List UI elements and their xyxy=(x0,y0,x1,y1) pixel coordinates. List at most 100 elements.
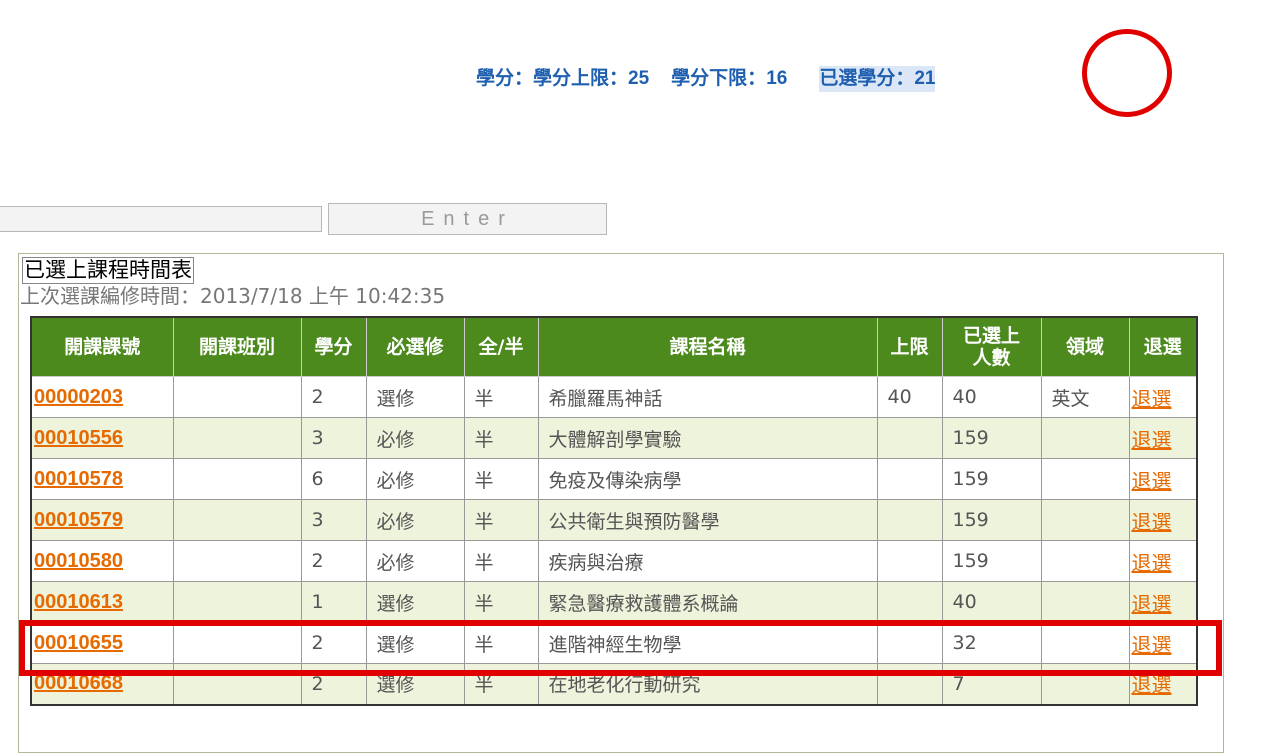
cell-type: 選修 xyxy=(365,376,465,418)
cell-name: 進階神經生物學 xyxy=(537,622,878,664)
cell-current: 7 xyxy=(941,663,1042,705)
cell-half: 半 xyxy=(463,622,539,664)
course-code-link[interactable]: 00010556 xyxy=(34,427,123,449)
header-credits: 學分 xyxy=(300,316,367,377)
table-row: 00010613 1 選修半緊急醫療救護體系概論 40 退選 xyxy=(30,581,1198,623)
cell-drop: 退選 xyxy=(1128,540,1198,582)
cell-limit xyxy=(876,458,943,500)
cell-limit xyxy=(876,417,943,459)
credits-lower-label: 學分下限： xyxy=(671,68,767,89)
header-domain: 領域 xyxy=(1040,316,1130,377)
cell-credits: 1 xyxy=(300,581,367,623)
course-code-link[interactable]: 00010613 xyxy=(34,591,123,613)
cell-name: 在地老化行動研究 xyxy=(537,663,878,705)
cell-current: 40 xyxy=(941,376,1042,418)
cell-credits: 2 xyxy=(300,376,367,418)
cell-drop: 退選 xyxy=(1128,458,1198,500)
cell-class xyxy=(172,581,302,623)
cell-class xyxy=(172,499,302,541)
cell-half: 半 xyxy=(463,417,539,459)
table-row: 00010668 2 選修半在地老化行動研究 7 退選 xyxy=(30,663,1198,705)
cell-type: 選修 xyxy=(365,622,465,664)
cell-class xyxy=(172,458,302,500)
table-row: 00010580 2 必修半疾病與治療 159 退選 xyxy=(30,540,1198,582)
cell-drop: 退選 xyxy=(1128,581,1198,623)
cell-limit xyxy=(876,540,943,582)
header-current-line1: 已選上 xyxy=(962,325,1020,347)
header-drop: 退選 xyxy=(1128,316,1198,377)
cell-type: 必修 xyxy=(365,540,465,582)
course-code-link[interactable]: 00000203 xyxy=(34,386,123,408)
cell-class xyxy=(172,417,302,459)
course-code-link[interactable]: 00010655 xyxy=(34,632,123,654)
cell-half: 半 xyxy=(463,540,539,582)
enter-button[interactable]: Enter xyxy=(328,203,607,235)
course-code-link[interactable]: 00010578 xyxy=(34,468,123,490)
course-code-link[interactable]: 00010579 xyxy=(34,509,123,531)
drop-course-link[interactable]: 退選 xyxy=(1132,551,1172,575)
header-type: 必選修 xyxy=(365,316,465,377)
cell-drop: 退選 xyxy=(1128,499,1198,541)
cell-name: 大體解剖學實驗 xyxy=(537,417,878,459)
drop-course-link[interactable]: 退選 xyxy=(1132,633,1172,657)
drop-course-link[interactable]: 退選 xyxy=(1132,592,1172,616)
last-edit-time: 上次選課編修時間：2013/7/18 上午 10:42:35 xyxy=(20,284,446,308)
cell-domain xyxy=(1040,458,1130,500)
cell-current: 159 xyxy=(941,417,1042,459)
cell-code: 00000203 xyxy=(30,376,174,418)
drop-course-link[interactable]: 退選 xyxy=(1132,510,1172,534)
course-code-link[interactable]: 00010580 xyxy=(34,550,123,572)
course-code-input[interactable] xyxy=(0,206,322,232)
cell-domain xyxy=(1040,622,1130,664)
header-current-line2: 人數 xyxy=(972,347,1011,369)
cell-domain xyxy=(1040,540,1130,582)
cell-code: 00010580 xyxy=(30,540,174,582)
table-row: 00010655 2 選修半進階神經生物學 32 退選 xyxy=(30,622,1198,664)
cell-name: 緊急醫療救護體系概論 xyxy=(537,581,878,623)
cell-domain: 英文 xyxy=(1040,376,1130,418)
cell-drop: 退選 xyxy=(1128,417,1198,459)
credits-upper-label: 學分上限： xyxy=(533,68,629,89)
header-name: 課程名稱 xyxy=(537,316,878,377)
cell-type: 選修 xyxy=(365,581,465,623)
cell-credits: 2 xyxy=(300,540,367,582)
cell-type: 必修 xyxy=(365,499,465,541)
cell-class xyxy=(172,622,302,664)
credits-label: 學分： xyxy=(476,68,534,89)
table-header-row: 開課課號 開課班別 學分 必選修 全/半 課程名稱 上限 已選上 人數 領域 退選 xyxy=(30,316,1198,377)
drop-course-link[interactable]: 退選 xyxy=(1132,387,1172,411)
cell-domain xyxy=(1040,499,1130,541)
cell-credits: 6 xyxy=(300,458,367,500)
cell-code: 00010613 xyxy=(30,581,174,623)
course-table: 開課課號 開課班別 學分 必選修 全/半 課程名稱 上限 已選上 人數 領域 退選… xyxy=(30,316,1198,706)
cell-code: 00010579 xyxy=(30,499,174,541)
cell-limit xyxy=(876,622,943,664)
header-class: 開課班別 xyxy=(172,316,302,377)
header-code: 開課課號 xyxy=(30,316,174,377)
drop-course-link[interactable]: 退選 xyxy=(1132,469,1172,493)
cell-half: 半 xyxy=(463,581,539,623)
header-current: 已選上 人數 xyxy=(941,316,1042,377)
header-limit: 上限 xyxy=(876,316,943,377)
drop-course-link[interactable]: 退選 xyxy=(1132,673,1172,697)
cell-type: 必修 xyxy=(365,458,465,500)
cell-current: 40 xyxy=(941,581,1042,623)
cell-credits: 3 xyxy=(300,417,367,459)
table-row: 00010578 6 必修半免疫及傳染病學 159 退選 xyxy=(30,458,1198,500)
course-code-link[interactable]: 00010668 xyxy=(34,672,123,694)
cell-credits: 2 xyxy=(300,663,367,705)
cell-half: 半 xyxy=(463,499,539,541)
cell-drop: 退選 xyxy=(1128,622,1198,664)
cell-name: 疾病與治療 xyxy=(537,540,878,582)
cell-current: 32 xyxy=(941,622,1042,664)
header-half: 全/半 xyxy=(463,316,539,377)
table-row: 00010556 3 必修半大體解剖學實驗 159 退選 xyxy=(30,417,1198,459)
cell-limit: 40 xyxy=(876,376,943,418)
cell-type: 選修 xyxy=(365,663,465,705)
schedule-title: 已選上課程時間表 xyxy=(22,257,194,284)
drop-course-link[interactable]: 退選 xyxy=(1132,428,1172,452)
cell-code: 00010668 xyxy=(30,663,174,705)
cell-class xyxy=(172,540,302,582)
cell-current: 159 xyxy=(941,458,1042,500)
cell-drop: 退選 xyxy=(1128,376,1198,418)
